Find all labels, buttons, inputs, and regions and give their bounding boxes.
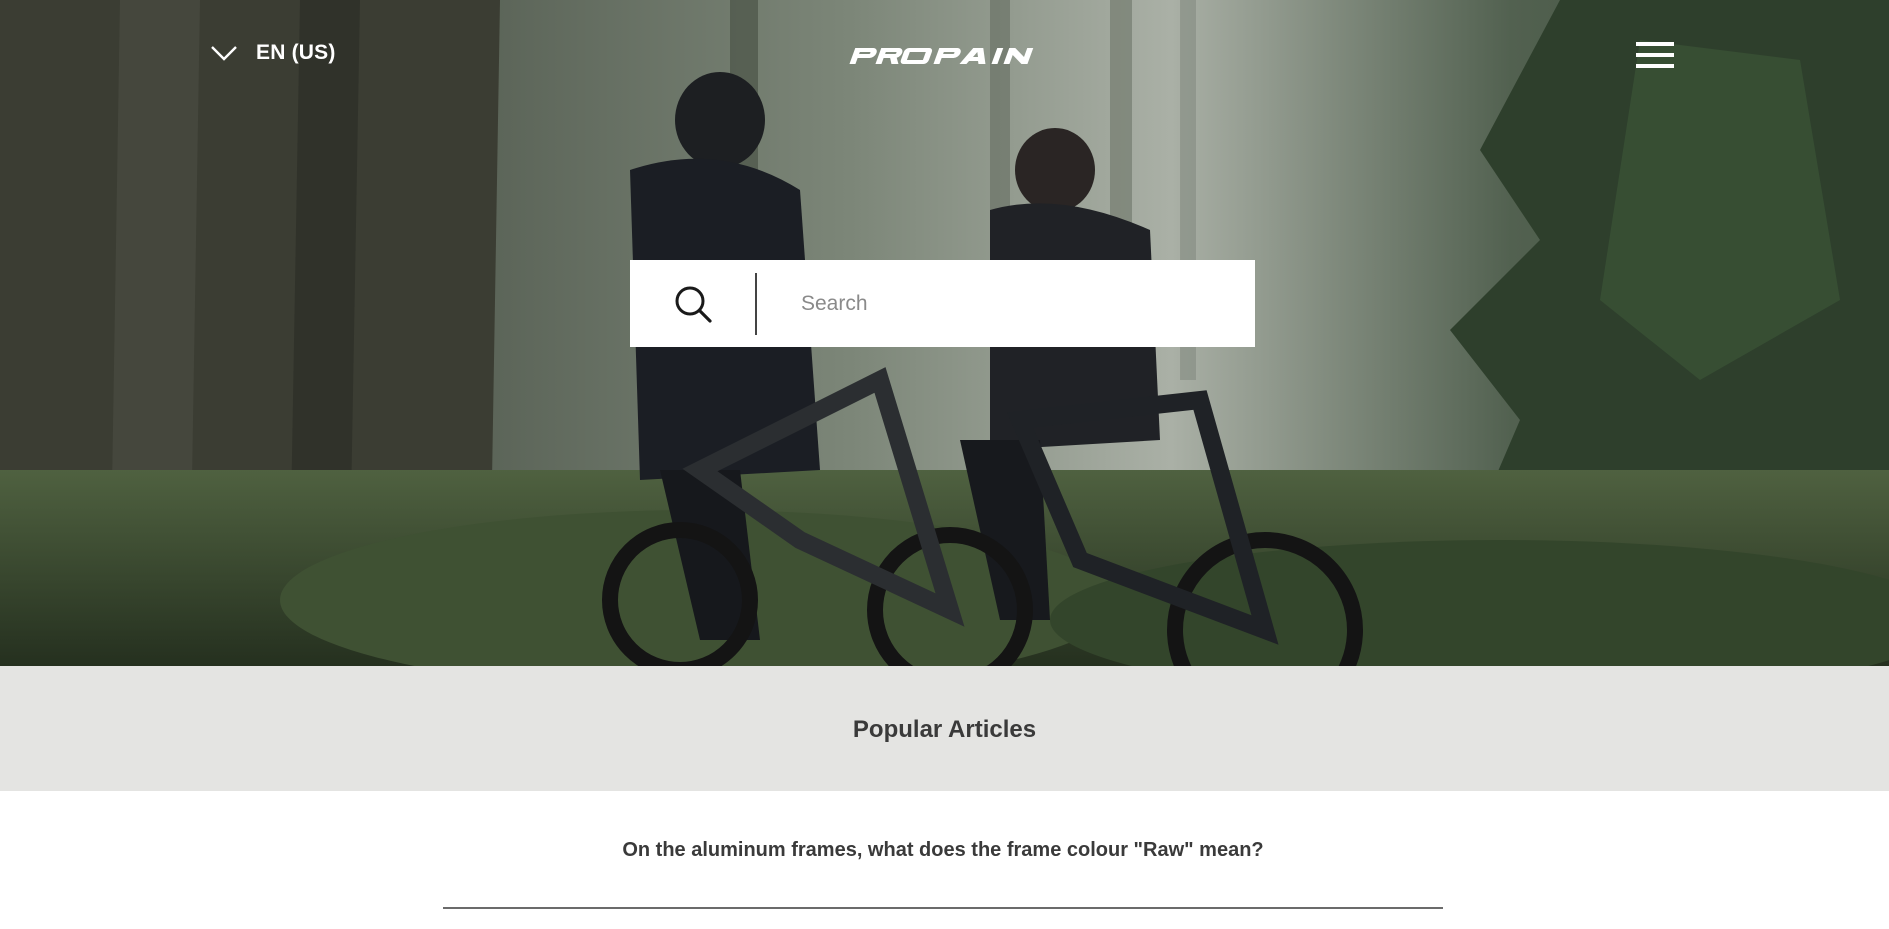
language-selector[interactable]: EN (US) — [210, 38, 336, 68]
popular-articles-title: Popular Articles — [852, 715, 1037, 743]
list-item[interactable]: On the aluminum frames, what does the fr… — [443, 791, 1443, 909]
article-list: On the aluminum frames, what does the fr… — [0, 791, 1889, 929]
hamburger-menu-icon[interactable] — [1636, 40, 1674, 70]
search-box[interactable] — [630, 260, 1255, 347]
chevron-down-icon — [211, 46, 237, 61]
propain-logo[interactable] — [848, 46, 1038, 66]
search-icon — [675, 286, 712, 323]
search-input[interactable] — [757, 260, 1255, 347]
search-button[interactable] — [630, 260, 755, 347]
hero-banner: EN (US) — [0, 0, 1889, 666]
popular-articles-header: Popular Articles — [0, 666, 1889, 791]
article-link[interactable]: On the aluminum frames, what does the fr… — [622, 839, 1263, 862]
language-label: EN (US) — [256, 41, 336, 64]
